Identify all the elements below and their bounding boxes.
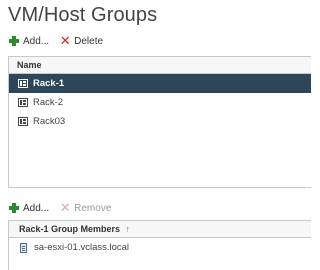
host-icon	[20, 242, 27, 253]
row-label: sa-esxi-01.vclass.local	[34, 242, 130, 253]
plus-icon	[8, 35, 20, 47]
add-group-label: Add...	[23, 35, 50, 47]
page-title: VM/Host Groups	[8, 4, 158, 26]
add-member-label: Add...	[23, 202, 50, 214]
members-toolbar: Add... ✕ Remove	[8, 200, 121, 216]
remove-member-label: Remove	[74, 202, 112, 214]
table-row-rack-1[interactable]: Rack-1	[9, 74, 311, 93]
delete-x-icon: ✕	[59, 200, 71, 215]
rack-group-icon	[18, 79, 28, 88]
rack-group-icon	[18, 98, 28, 107]
members-column-header[interactable]: Rack-1 Group Members ↑	[9, 221, 311, 238]
groups-toolbar: Add... ✕ Delete	[8, 33, 113, 49]
groups-column-header[interactable]: Name	[9, 57, 311, 74]
row-label: Rack03	[33, 116, 66, 127]
table-row-rack03[interactable]: Rack03	[9, 112, 311, 131]
add-group-button[interactable]: Add...	[8, 35, 49, 47]
plus-icon	[8, 202, 20, 214]
table-row-host[interactable]: sa-esxi-01.vclass.local	[9, 238, 311, 257]
delete-x-icon: ✕	[59, 33, 71, 48]
add-member-button[interactable]: Add...	[8, 202, 49, 214]
delete-group-label: Delete	[74, 35, 104, 47]
remove-member-button[interactable]: ✕ Remove	[59, 200, 112, 215]
row-label: Rack-1	[33, 78, 65, 89]
members-header-label: Rack-1 Group Members	[19, 224, 121, 234]
sort-up-icon: ↑	[125, 224, 131, 234]
rack-group-icon	[18, 117, 28, 126]
table-row-rack-2[interactable]: Rack-2	[9, 93, 311, 112]
groups-table: Name Rack-1 Rack-2 Rack03	[8, 56, 311, 188]
members-table: Rack-1 Group Members ↑ sa-esxi-01.vclass…	[8, 220, 311, 270]
row-label: Rack-2	[33, 97, 64, 108]
delete-group-button[interactable]: ✕ Delete	[59, 33, 104, 48]
